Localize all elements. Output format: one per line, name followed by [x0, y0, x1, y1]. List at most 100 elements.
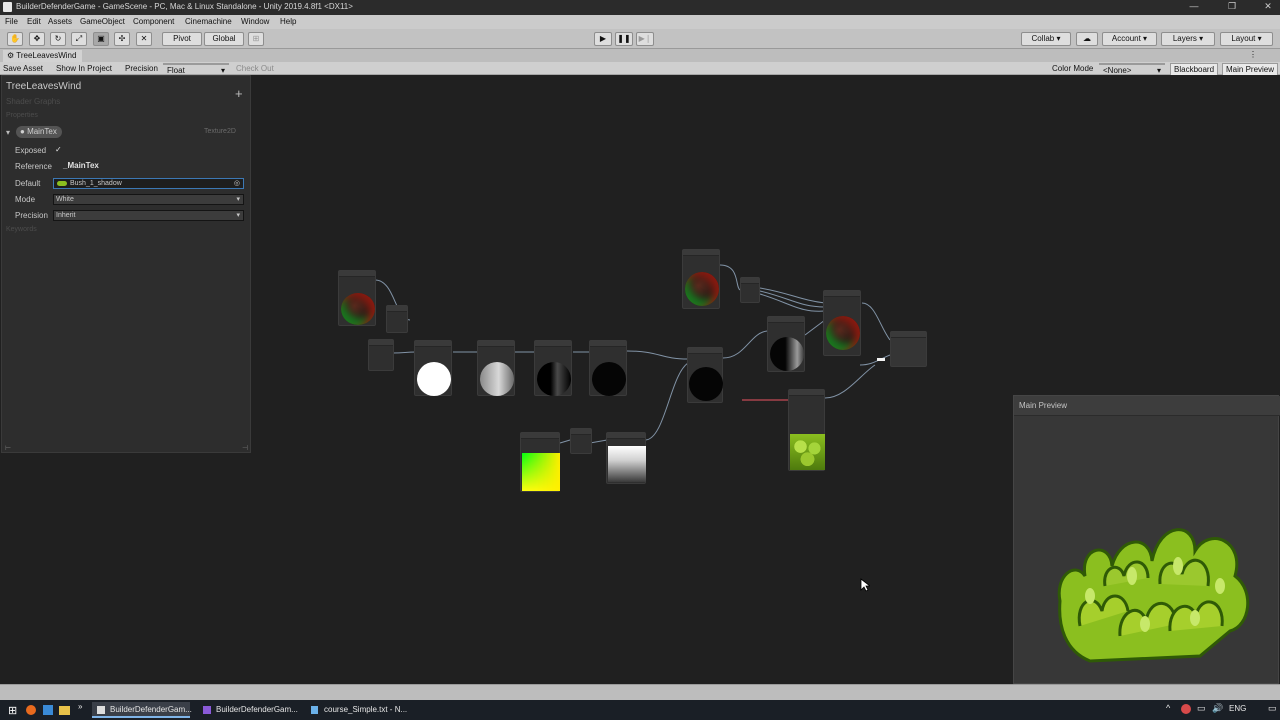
- taskbar-item-unity-2[interactable]: BuilderDefenderGam...: [198, 702, 298, 718]
- layout-dropdown[interactable]: Layout ▾: [1220, 32, 1273, 46]
- graph-node[interactable]: [338, 270, 376, 326]
- tab-treeleaveswind[interactable]: ⚙ TreeLeavesWind: [3, 50, 83, 62]
- precision-dropdown[interactable]: Float ▾: [163, 63, 229, 75]
- step-button[interactable]: ▶❘: [636, 32, 654, 46]
- firefox-icon[interactable]: [26, 705, 36, 715]
- graph-node[interactable]: [534, 340, 572, 396]
- notification-icon[interactable]: ▭: [1268, 703, 1277, 714]
- taskbar-item-label: course_Simple.txt - N...: [324, 705, 408, 714]
- precision-dropdown[interactable]: Inherit ▾: [53, 210, 244, 221]
- minimize-icon[interactable]: —: [1184, 1, 1204, 11]
- graph-node[interactable]: [520, 432, 560, 492]
- exposed-checkbox[interactable]: ✓: [55, 145, 62, 154]
- graph-node[interactable]: [606, 432, 646, 484]
- menu-component[interactable]: Component: [133, 17, 174, 26]
- notepad-icon: [311, 706, 318, 714]
- blackboard-panel: TreeLeavesWind + Shader Graphs Propertie…: [1, 75, 251, 453]
- node-preview: [480, 362, 514, 396]
- resize-handle-icon[interactable]: ⊣: [242, 444, 248, 452]
- mode-dropdown[interactable]: White ▾: [53, 194, 244, 205]
- cloud-icon[interactable]: ☁: [1076, 32, 1098, 46]
- main-preview-panel[interactable]: Main Preview: [1013, 395, 1280, 684]
- node-preview: [608, 446, 646, 482]
- graph-node[interactable]: [682, 249, 720, 309]
- node-preview: [790, 434, 825, 470]
- graph-node[interactable]: [589, 340, 627, 396]
- menu-file[interactable]: File: [5, 17, 18, 26]
- default-texture-field[interactable]: Bush_1_shadow ◎: [53, 178, 244, 189]
- graph-node[interactable]: [823, 290, 861, 356]
- menu-window[interactable]: Window: [241, 17, 269, 26]
- graph-node[interactable]: [687, 347, 723, 403]
- snap-icon[interactable]: ⊞: [248, 32, 264, 46]
- move-tool-icon[interactable]: ✥: [29, 32, 45, 46]
- pivot-button[interactable]: Pivot: [162, 32, 202, 46]
- layers-dropdown[interactable]: Layers ▾: [1161, 32, 1215, 46]
- scale-tool-icon[interactable]: ⤢: [71, 32, 87, 46]
- reference-label: Reference: [15, 162, 52, 171]
- network-icon[interactable]: ▭: [1197, 703, 1206, 714]
- graph-node[interactable]: [368, 339, 394, 371]
- texture-thumbnail-icon: [57, 181, 67, 186]
- master-node[interactable]: [890, 331, 927, 367]
- layers-label: Layers: [1172, 34, 1197, 43]
- overflow-icon[interactable]: »: [78, 702, 82, 711]
- node-preview: [522, 453, 560, 491]
- windows-taskbar: ⊞ » BuilderDefenderGam... BuilderDefende…: [0, 700, 1280, 720]
- node-preview: [826, 316, 860, 350]
- global-button[interactable]: Global: [204, 32, 244, 46]
- account-dropdown[interactable]: Account ▾: [1102, 32, 1157, 46]
- graph-node[interactable]: [570, 428, 592, 454]
- window-title: BuilderDefenderGame - GameScene - PC, Ma…: [16, 2, 353, 11]
- play-button[interactable]: ▶: [594, 32, 612, 46]
- pause-button[interactable]: ❚❚: [615, 32, 633, 46]
- property-pill[interactable]: ● MainTex: [16, 126, 62, 138]
- language-indicator[interactable]: ENG: [1229, 704, 1246, 713]
- menu-edit[interactable]: Edit: [27, 17, 41, 26]
- reference-value[interactable]: _MainTex: [63, 161, 99, 170]
- account-label: Account: [1111, 34, 1141, 43]
- graph-node[interactable]: [414, 340, 452, 396]
- precision-value: Inherit: [56, 212, 76, 219]
- collab-dropdown[interactable]: Collab ▾: [1021, 32, 1071, 46]
- check-out-button[interactable]: Check Out: [236, 63, 274, 74]
- precision-label: Precision: [125, 64, 158, 73]
- volume-icon[interactable]: 🔊: [1212, 703, 1223, 714]
- close-icon[interactable]: ✕: [1258, 1, 1278, 12]
- mouse-cursor-icon: [860, 578, 870, 592]
- resize-handle-icon[interactable]: ⊢: [5, 444, 11, 452]
- menu-cinemachine[interactable]: Cinemachine: [185, 17, 232, 26]
- graph-node[interactable]: [788, 389, 825, 471]
- rotate-tool-icon[interactable]: ↻: [50, 32, 66, 46]
- layout-label: Layout: [1231, 34, 1256, 43]
- add-property-icon[interactable]: +: [235, 86, 243, 101]
- file-explorer-icon[interactable]: [59, 706, 70, 715]
- object-picker-icon[interactable]: ◎: [234, 179, 240, 188]
- rect-tool-icon[interactable]: ▣: [93, 32, 109, 46]
- graph-node[interactable]: [477, 340, 515, 396]
- tray-app-icon[interactable]: [1181, 704, 1191, 714]
- chevron-down-icon[interactable]: ▾: [6, 128, 10, 137]
- graph-toolbar: Save Asset Show In Project Precision Flo…: [0, 62, 1280, 76]
- color-mode-dropdown[interactable]: <None> ▾: [1099, 63, 1165, 75]
- menu-help[interactable]: Help: [280, 17, 296, 26]
- custom-tool-icon[interactable]: ✕: [136, 32, 152, 46]
- taskbar-item-notepad[interactable]: course_Simple.txt - N...: [306, 702, 410, 718]
- hand-tool-icon[interactable]: ✋: [7, 32, 23, 46]
- tab-menu-icon[interactable]: ⋮: [1249, 50, 1257, 59]
- mode-label: Mode: [15, 195, 36, 204]
- app-icon[interactable]: [43, 705, 53, 715]
- save-asset-button[interactable]: Save Asset: [3, 63, 43, 74]
- taskbar-item-unity-1[interactable]: BuilderDefenderGam...: [92, 702, 192, 718]
- menu-gameobject[interactable]: GameObject: [80, 17, 125, 26]
- tray-expand-icon[interactable]: ^: [1166, 703, 1170, 713]
- transform-tool-icon[interactable]: ✣: [114, 32, 130, 46]
- color-mode-label: Color Mode: [1052, 64, 1094, 73]
- menu-assets[interactable]: Assets: [48, 17, 72, 26]
- windows-start-icon[interactable]: ⊞: [8, 704, 17, 717]
- graph-node[interactable]: [386, 305, 408, 333]
- show-in-project-button[interactable]: Show In Project: [56, 63, 112, 74]
- graph-node[interactable]: [740, 277, 760, 303]
- maximize-icon[interactable]: ❐: [1222, 1, 1242, 12]
- graph-node[interactable]: [767, 316, 805, 372]
